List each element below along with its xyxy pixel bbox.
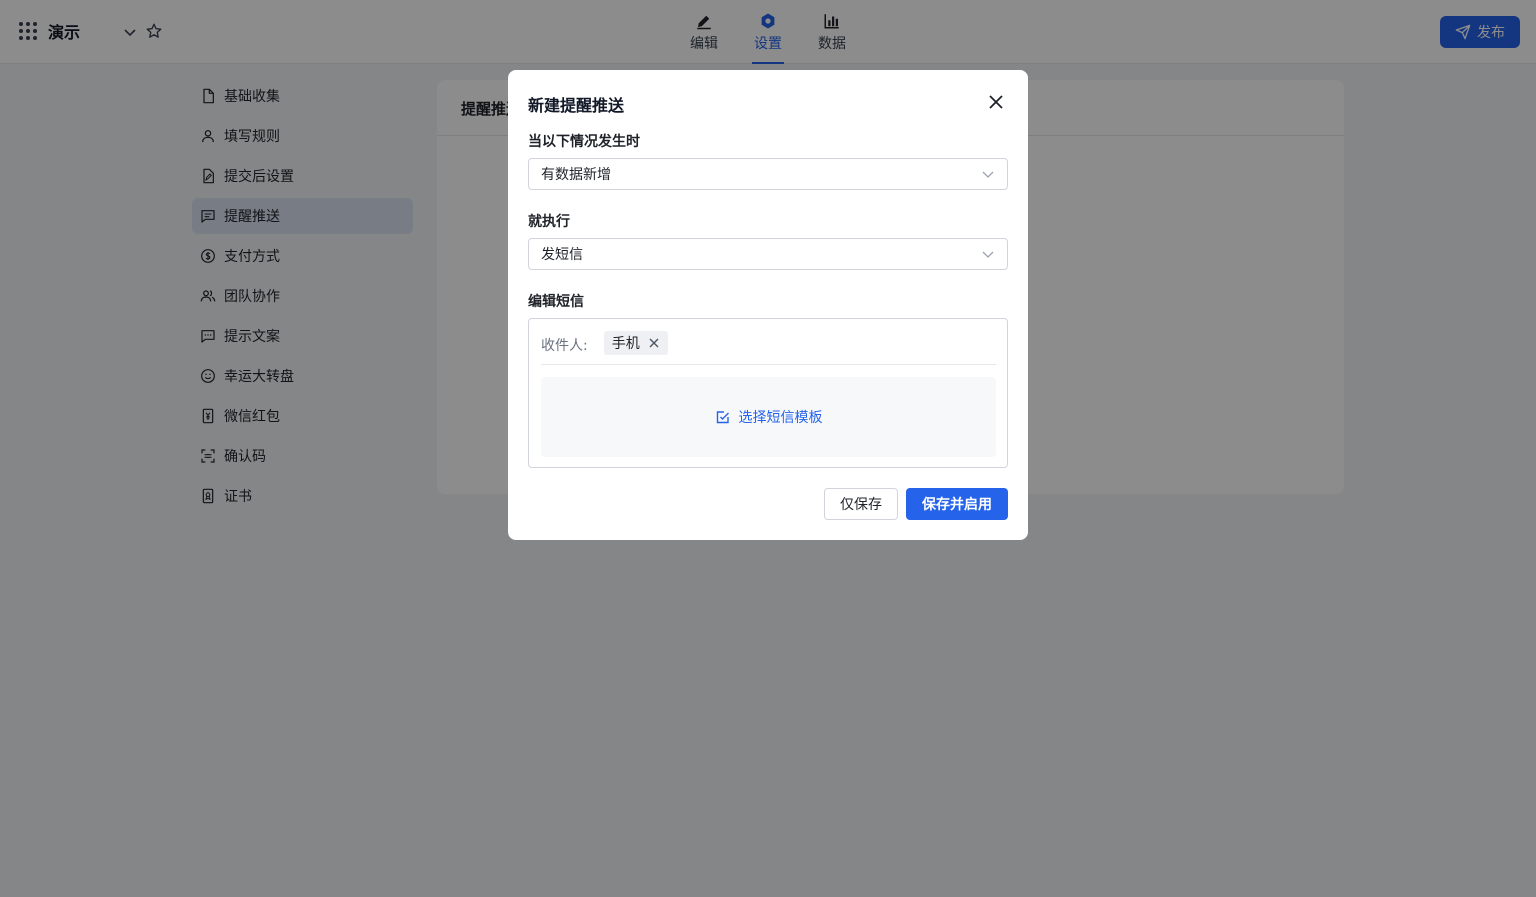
action-label: 就执行 — [528, 214, 570, 230]
save-and-enable-button[interactable]: 保存并启用 — [906, 488, 1008, 520]
recipient-tag-label: 手机 — [611, 336, 640, 352]
close-icon[interactable] — [986, 92, 1006, 112]
chevron-down-icon — [982, 171, 994, 178]
save-only-button[interactable]: 仅保存 — [824, 488, 898, 520]
sms-editor: 收件人: 手机 选择短信模板 — [528, 318, 1008, 468]
sms-label: 编辑短信 — [528, 294, 584, 310]
modal-title: 新建提醒推送 — [528, 96, 625, 115]
trigger-label: 当以下情况发生时 — [528, 134, 640, 150]
recipient-label: 收件人: — [541, 338, 588, 354]
trigger-select[interactable]: 有数据新增 — [528, 158, 1008, 190]
trigger-select-value: 有数据新增 — [541, 167, 611, 183]
checkbox-edit-icon — [716, 411, 729, 424]
action-select[interactable]: 发短信 — [528, 238, 1008, 270]
select-sms-template-label: 选择短信模板 — [738, 410, 823, 426]
recipient-row[interactable]: 收件人: 手机 — [541, 331, 996, 365]
remove-tag-icon[interactable] — [648, 337, 660, 349]
select-sms-template-button[interactable]: 选择短信模板 — [541, 377, 996, 457]
new-reminder-modal: 新建提醒推送 当以下情况发生时 有数据新增 就执行 发短信 编辑短信 收件人: … — [508, 70, 1028, 540]
recipient-tag: 手机 — [603, 331, 668, 355]
action-select-value: 发短信 — [541, 247, 583, 263]
chevron-down-icon — [982, 251, 994, 258]
